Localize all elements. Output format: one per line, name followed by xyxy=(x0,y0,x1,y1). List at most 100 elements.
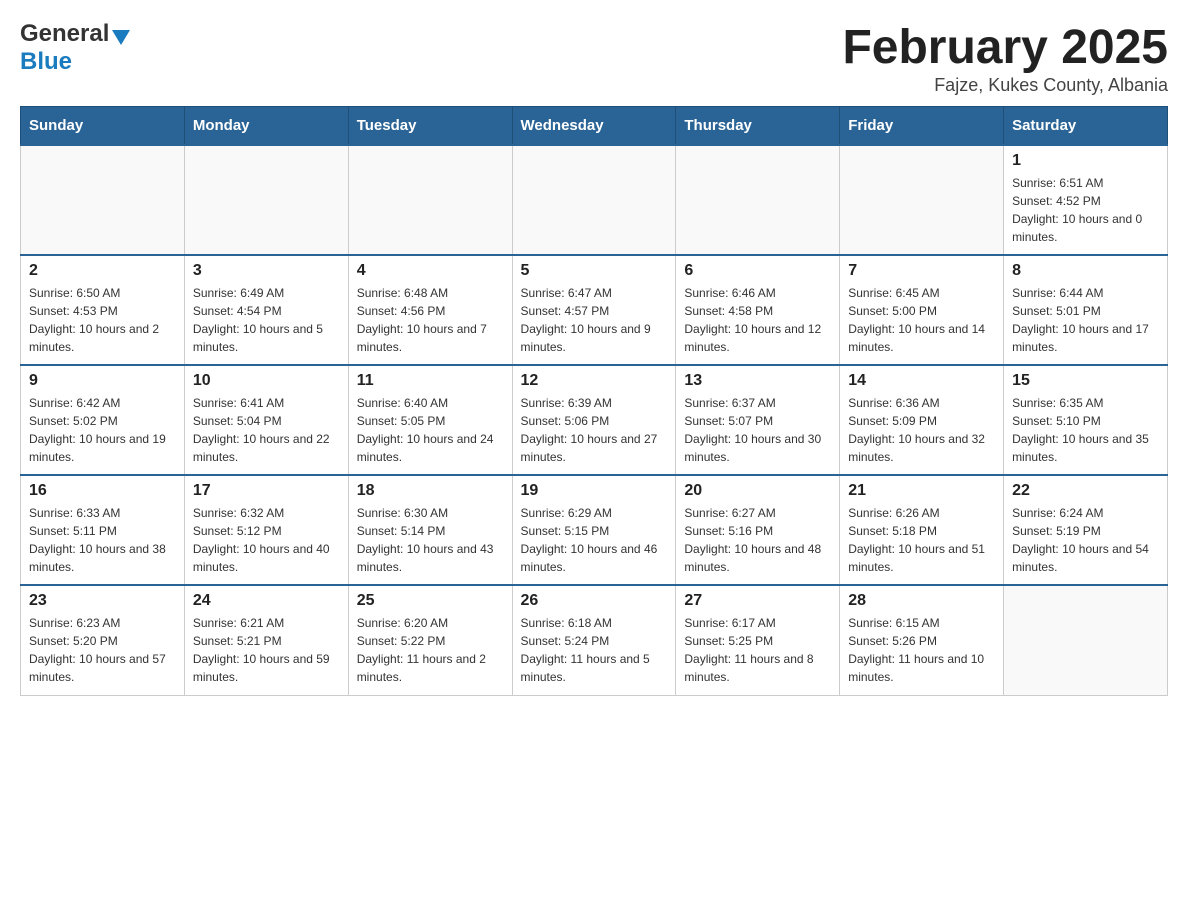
calendar-cell: 24 Sunrise: 6:21 AMSunset: 5:21 PMDayligh… xyxy=(184,585,348,695)
calendar-cell: 10 Sunrise: 6:41 AMSunset: 5:04 PMDayligh… xyxy=(184,365,348,475)
day-number: 28 xyxy=(848,592,995,610)
calendar-table: SundayMondayTuesdayWednesdayThursdayFrid… xyxy=(20,106,1168,696)
day-number: 22 xyxy=(1012,482,1159,500)
day-number: 23 xyxy=(29,592,176,610)
day-info: Sunrise: 6:18 AMSunset: 5:24 PMDaylight:… xyxy=(521,614,668,686)
calendar-header-row: SundayMondayTuesdayWednesdayThursdayFrid… xyxy=(21,107,1168,146)
day-info: Sunrise: 6:24 AMSunset: 5:19 PMDaylight:… xyxy=(1012,504,1159,576)
week-row-5: 23 Sunrise: 6:23 AMSunset: 5:20 PMDayligh… xyxy=(21,585,1168,695)
day-number: 2 xyxy=(29,262,176,280)
week-row-2: 2 Sunrise: 6:50 AMSunset: 4:53 PMDaylight… xyxy=(21,255,1168,365)
day-number: 18 xyxy=(357,482,504,500)
day-number: 5 xyxy=(521,262,668,280)
day-number: 25 xyxy=(357,592,504,610)
day-info: Sunrise: 6:36 AMSunset: 5:09 PMDaylight:… xyxy=(848,394,995,466)
day-info: Sunrise: 6:37 AMSunset: 5:07 PMDaylight:… xyxy=(684,394,831,466)
calendar-cell: 1 Sunrise: 6:51 AMSunset: 4:52 PMDaylight… xyxy=(1004,145,1168,255)
calendar-cell: 15Sunrise: 6:35 AMSunset: 5:10 PMDayligh… xyxy=(1004,365,1168,475)
calendar-cell: 2 Sunrise: 6:50 AMSunset: 4:53 PMDaylight… xyxy=(21,255,185,365)
day-info: Sunrise: 6:40 AMSunset: 5:05 PMDaylight:… xyxy=(357,394,504,466)
calendar-cell: 17 Sunrise: 6:32 AMSunset: 5:12 PMDayligh… xyxy=(184,475,348,585)
logo-triangle-icon xyxy=(112,30,130,45)
calendar-cell: 26 Sunrise: 6:18 AMSunset: 5:24 PMDayligh… xyxy=(512,585,676,695)
location-text: Fajze, Kukes County, Albania xyxy=(842,75,1168,96)
day-info: Sunrise: 6:50 AMSunset: 4:53 PMDaylight:… xyxy=(29,284,176,356)
day-info: Sunrise: 6:46 AMSunset: 4:58 PMDaylight:… xyxy=(684,284,831,356)
calendar-cell: 20 Sunrise: 6:27 AMSunset: 5:16 PMDayligh… xyxy=(676,475,840,585)
day-info: Sunrise: 6:42 AMSunset: 5:02 PMDaylight:… xyxy=(29,394,176,466)
weekday-header-sunday: Sunday xyxy=(21,107,185,146)
calendar-cell: 13 Sunrise: 6:37 AMSunset: 5:07 PMDayligh… xyxy=(676,365,840,475)
day-info: Sunrise: 6:17 AMSunset: 5:25 PMDaylight:… xyxy=(684,614,831,686)
day-info: Sunrise: 6:33 AMSunset: 5:11 PMDaylight:… xyxy=(29,504,176,576)
calendar-cell: 25 Sunrise: 6:20 AMSunset: 5:22 PMDayligh… xyxy=(348,585,512,695)
day-info: Sunrise: 6:41 AMSunset: 5:04 PMDaylight:… xyxy=(193,394,340,466)
calendar-cell: 4 Sunrise: 6:48 AMSunset: 4:56 PMDaylight… xyxy=(348,255,512,365)
calendar-cell xyxy=(184,145,348,255)
day-number: 26 xyxy=(521,592,668,610)
calendar-cell: 18 Sunrise: 6:30 AMSunset: 5:14 PMDayligh… xyxy=(348,475,512,585)
day-info: Sunrise: 6:44 AMSunset: 5:01 PMDaylight:… xyxy=(1012,284,1159,356)
weekday-header-saturday: Saturday xyxy=(1004,107,1168,146)
day-number: 4 xyxy=(357,262,504,280)
day-number: 13 xyxy=(684,372,831,390)
weekday-header-tuesday: Tuesday xyxy=(348,107,512,146)
day-number: 7 xyxy=(848,262,995,280)
calendar-cell xyxy=(1004,585,1168,695)
week-row-3: 9 Sunrise: 6:42 AMSunset: 5:02 PMDaylight… xyxy=(21,365,1168,475)
day-number: 12 xyxy=(521,372,668,390)
logo-blue-text: Blue xyxy=(20,48,72,75)
weekday-header-monday: Monday xyxy=(184,107,348,146)
day-info: Sunrise: 6:27 AMSunset: 5:16 PMDaylight:… xyxy=(684,504,831,576)
day-number: 27 xyxy=(684,592,831,610)
calendar-cell: 6 Sunrise: 6:46 AMSunset: 4:58 PMDaylight… xyxy=(676,255,840,365)
calendar-cell: 11 Sunrise: 6:40 AMSunset: 5:05 PMDayligh… xyxy=(348,365,512,475)
calendar-cell xyxy=(840,145,1004,255)
day-info: Sunrise: 6:47 AMSunset: 4:57 PMDaylight:… xyxy=(521,284,668,356)
weekday-header-wednesday: Wednesday xyxy=(512,107,676,146)
day-info: Sunrise: 6:39 AMSunset: 5:06 PMDaylight:… xyxy=(521,394,668,466)
calendar-cell xyxy=(512,145,676,255)
calendar-cell: 7Sunrise: 6:45 AMSunset: 5:00 PMDaylight… xyxy=(840,255,1004,365)
calendar-cell: 21 Sunrise: 6:26 AMSunset: 5:18 PMDayligh… xyxy=(840,475,1004,585)
calendar-cell xyxy=(676,145,840,255)
day-info: Sunrise: 6:32 AMSunset: 5:12 PMDaylight:… xyxy=(193,504,340,576)
day-number: 20 xyxy=(684,482,831,500)
day-number: 19 xyxy=(521,482,668,500)
calendar-cell: 28Sunrise: 6:15 AMSunset: 5:26 PMDayligh… xyxy=(840,585,1004,695)
calendar-cell: 23 Sunrise: 6:23 AMSunset: 5:20 PMDayligh… xyxy=(21,585,185,695)
day-number: 1 xyxy=(1012,152,1159,170)
day-number: 6 xyxy=(684,262,831,280)
logo: General Blue xyxy=(20,20,130,76)
calendar-cell: 22 Sunrise: 6:24 AMSunset: 5:19 PMDayligh… xyxy=(1004,475,1168,585)
day-number: 3 xyxy=(193,262,340,280)
day-info: Sunrise: 6:48 AMSunset: 4:56 PMDaylight:… xyxy=(357,284,504,356)
calendar-cell: 8 Sunrise: 6:44 AMSunset: 5:01 PMDaylight… xyxy=(1004,255,1168,365)
calendar-cell: 5 Sunrise: 6:47 AMSunset: 4:57 PMDaylight… xyxy=(512,255,676,365)
day-number: 21 xyxy=(848,482,995,500)
calendar-cell xyxy=(21,145,185,255)
day-number: 11 xyxy=(357,372,504,390)
day-info: Sunrise: 6:29 AMSunset: 5:15 PMDaylight:… xyxy=(521,504,668,576)
title-section: February 2025 Fajze, Kukes County, Alban… xyxy=(842,20,1168,96)
day-number: 15 xyxy=(1012,372,1159,390)
calendar-cell: 27 Sunrise: 6:17 AMSunset: 5:25 PMDayligh… xyxy=(676,585,840,695)
weekday-header-friday: Friday xyxy=(840,107,1004,146)
calendar-cell: 19 Sunrise: 6:29 AMSunset: 5:15 PMDayligh… xyxy=(512,475,676,585)
day-info: Sunrise: 6:26 AMSunset: 5:18 PMDaylight:… xyxy=(848,504,995,576)
day-number: 10 xyxy=(193,372,340,390)
day-number: 9 xyxy=(29,372,176,390)
day-number: 16 xyxy=(29,482,176,500)
day-number: 24 xyxy=(193,592,340,610)
day-info: Sunrise: 6:20 AMSunset: 5:22 PMDaylight:… xyxy=(357,614,504,686)
day-info: Sunrise: 6:51 AMSunset: 4:52 PMDaylight:… xyxy=(1012,174,1159,246)
day-number: 8 xyxy=(1012,262,1159,280)
day-info: Sunrise: 6:49 AMSunset: 4:54 PMDaylight:… xyxy=(193,284,340,356)
day-number: 17 xyxy=(193,482,340,500)
calendar-cell: 16 Sunrise: 6:33 AMSunset: 5:11 PMDayligh… xyxy=(21,475,185,585)
day-info: Sunrise: 6:21 AMSunset: 5:21 PMDaylight:… xyxy=(193,614,340,686)
week-row-4: 16 Sunrise: 6:33 AMSunset: 5:11 PMDayligh… xyxy=(21,475,1168,585)
day-info: Sunrise: 6:23 AMSunset: 5:20 PMDaylight:… xyxy=(29,614,176,686)
day-info: Sunrise: 6:30 AMSunset: 5:14 PMDaylight:… xyxy=(357,504,504,576)
logo-general-text: General xyxy=(20,20,109,48)
